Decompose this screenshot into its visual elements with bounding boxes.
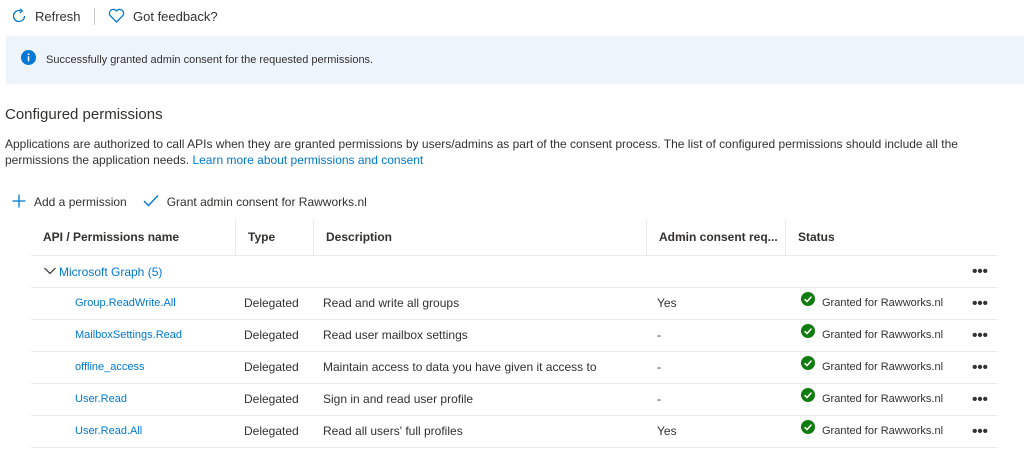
feedback-button[interactable]: Got feedback? [108, 8, 218, 24]
permission-type: Delegated [244, 296, 299, 310]
check-circle-icon [801, 320, 815, 351]
permission-description: Sign in and read user profile [323, 392, 474, 406]
permission-name-link[interactable]: MailboxSettings.Read [75, 320, 182, 351]
command-bar: Refresh Got feedback? [0, 0, 1024, 34]
permission-type: Delegated [244, 360, 299, 374]
chevron-down-icon [43, 265, 57, 279]
permission-type: Delegated [244, 392, 299, 406]
section-description: Applications are authorized to call APIs… [5, 136, 1005, 168]
more-icon[interactable]: ••• [969, 288, 991, 319]
refresh-icon [11, 8, 27, 24]
add-permission-label: Add a permission [34, 195, 127, 209]
status-cell: Granted for Rawworks.nl [801, 320, 943, 351]
column-header-type[interactable]: Type [236, 219, 314, 255]
feedback-label: Got feedback? [133, 8, 218, 24]
info-icon [21, 50, 36, 70]
status-text: Granted for Rawworks.nl [822, 393, 944, 405]
status-cell: Granted for Rawworks.nl [801, 416, 943, 447]
column-header-status[interactable]: Status [786, 219, 965, 255]
learn-more-link[interactable]: Learn more about permissions and consent [192, 153, 423, 167]
status-cell: Granted for Rawworks.nl [801, 352, 943, 383]
banner-message: Successfully granted admin consent for t… [46, 54, 374, 66]
admin-consent-required: - [657, 392, 661, 406]
success-banner: Successfully granted admin consent for t… [6, 36, 1024, 84]
table-row: Group.ReadWrite.All Delegated Read and w… [31, 288, 997, 320]
more-icon[interactable]: ••• [969, 416, 991, 447]
check-circle-icon [801, 416, 815, 447]
toolbar-divider [94, 8, 95, 25]
table-row: MailboxSettings.Read Delegated Read user… [31, 320, 997, 352]
status-cell: Granted for Rawworks.nl [801, 384, 943, 415]
status-cell: Granted for Rawworks.nl [801, 288, 943, 319]
table-header: API / Permissions name Type Description … [31, 219, 997, 256]
permission-description: Read and write all groups [323, 296, 460, 310]
permission-name-link[interactable]: Group.ReadWrite.All [75, 288, 176, 319]
permission-type: Delegated [244, 424, 299, 438]
permission-description: Read all users' full profiles [323, 424, 463, 438]
status-text: Granted for Rawworks.nl [822, 329, 944, 341]
refresh-button[interactable]: Refresh [11, 8, 81, 24]
permissions-table: API / Permissions name Type Description … [31, 219, 997, 448]
check-circle-icon [801, 384, 815, 415]
admin-consent-required: Yes [657, 296, 677, 310]
add-permission-button[interactable]: Add a permission [12, 194, 127, 211]
section-title: Configured permissions [5, 106, 163, 123]
grant-admin-consent-button[interactable]: Grant admin consent for Rawworks.nl [143, 194, 367, 210]
checkmark-icon [143, 194, 159, 210]
permission-name-link[interactable]: offline_access [75, 352, 145, 383]
admin-consent-required: Yes [657, 424, 677, 438]
more-icon[interactable]: ••• [969, 352, 991, 383]
table-row: offline_access Delegated Maintain access… [31, 352, 997, 384]
column-header-description[interactable]: Description [314, 219, 647, 255]
grant-admin-consent-label: Grant admin consent for Rawworks.nl [166, 195, 367, 209]
table-row: User.Read Delegated Sign in and read use… [31, 384, 997, 416]
check-circle-icon [801, 352, 815, 383]
status-text: Granted for Rawworks.nl [822, 361, 944, 373]
more-icon[interactable]: ••• [969, 256, 991, 287]
permission-name-link[interactable]: User.Read.All [75, 416, 142, 447]
status-text: Granted for Rawworks.nl [822, 297, 944, 309]
permission-description: Read user mailbox settings [323, 328, 468, 342]
admin-consent-required: - [657, 328, 661, 342]
description-text: Applications are authorized to call APIs… [5, 137, 958, 167]
permission-description: Maintain access to data you have given i… [323, 360, 597, 374]
permission-type: Delegated [244, 328, 299, 342]
column-header-api[interactable]: API / Permissions name [31, 219, 236, 255]
plus-icon [12, 194, 26, 211]
refresh-label: Refresh [35, 8, 81, 24]
group-label: Microsoft Graph (5) [59, 264, 163, 279]
permission-actions: Add a permission Grant admin consent for… [12, 193, 367, 211]
group-toggle[interactable]: Microsoft Graph (5) [43, 256, 162, 287]
more-icon[interactable]: ••• [969, 320, 991, 351]
check-circle-icon [801, 288, 815, 319]
admin-consent-required: - [657, 360, 661, 374]
status-text: Granted for Rawworks.nl [822, 425, 944, 437]
more-icon[interactable]: ••• [969, 384, 991, 415]
column-header-admin-consent[interactable]: Admin consent req... [647, 219, 786, 255]
group-row-microsoft-graph[interactable]: Microsoft Graph (5) ••• [31, 256, 997, 288]
heart-icon [108, 8, 125, 24]
permission-name-link[interactable]: User.Read [75, 384, 127, 415]
table-row: User.Read.All Delegated Read all users' … [31, 416, 997, 448]
